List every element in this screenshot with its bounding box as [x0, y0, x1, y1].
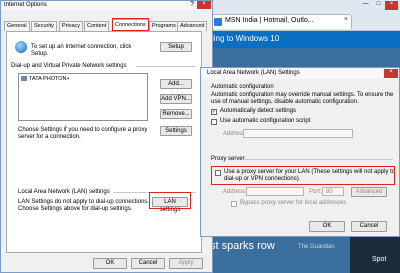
- list-item[interactable]: TATA PHOTON+: [21, 76, 70, 82]
- automatic-configuration-heading: Automatic configuration: [211, 84, 274, 90]
- window-close-icon[interactable]: ×: [385, 1, 398, 10]
- news-headline[interactable]: st sparks row: [210, 240, 275, 252]
- connections-list[interactable]: TATA PHOTON+: [18, 73, 148, 121]
- add-button[interactable]: Add...: [160, 79, 192, 89]
- ok-button[interactable]: OK: [309, 221, 345, 232]
- add-vpn-button[interactable]: Add VPN...: [160, 94, 192, 104]
- network-icon: [21, 76, 27, 82]
- auto-script-checkbox[interactable]: [211, 119, 217, 125]
- automatic-configuration-text-line1: Automatic configuration may override man…: [211, 92, 394, 98]
- browser-tab[interactable]: MSN India | Hotmail, Outlo... ×: [210, 14, 352, 29]
- automatic-configuration-text-line2: use of manual settings, disable automati…: [211, 99, 359, 105]
- globe-icon: [15, 41, 27, 53]
- script-address-label: Address: [223, 131, 246, 137]
- auto-script-label[interactable]: Use automatic configuration script: [220, 118, 310, 125]
- tab-programs[interactable]: Programs: [149, 21, 179, 31]
- proxy-option-highlight: [211, 166, 395, 185]
- minimize-icon[interactable]: —: [359, 1, 372, 10]
- close-icon[interactable]: ×: [384, 69, 398, 78]
- lan-heading: Local Area Network (LAN) settings: [18, 189, 110, 195]
- ok-button[interactable]: OK: [93, 258, 127, 269]
- proxy-address-field[interactable]: [246, 187, 304, 196]
- dialup-heading: Dial-up and Virtual Private Network sett…: [11, 63, 127, 69]
- setup-description-line1: To set up an Internet connection, click: [31, 44, 132, 50]
- cancel-button[interactable]: Cancel: [131, 258, 165, 269]
- lan-settings-dialog: Local Area Network (LAN) Settings × Auto…: [200, 67, 400, 237]
- news-source: The Guardian: [298, 244, 335, 250]
- maximize-icon[interactable]: □: [372, 1, 385, 10]
- proxy-address-label: Address:: [223, 189, 247, 195]
- setup-description-line2: Setup.: [31, 51, 49, 57]
- apply-button[interactable]: Apply: [169, 258, 203, 269]
- tab-close-icon[interactable]: ×: [344, 16, 348, 23]
- port-field[interactable]: 80: [322, 187, 344, 196]
- connections-tab-highlight: [112, 18, 149, 31]
- auto-detect-label[interactable]: Automatically detect settings: [220, 108, 296, 115]
- internet-options-dialog: Internet Options ? × General Security Pr…: [0, 0, 213, 273]
- port-label: Port:: [309, 189, 322, 195]
- help-icon[interactable]: ?: [190, 1, 194, 8]
- advanced-button[interactable]: Advanced: [351, 187, 387, 197]
- list-item-label: TATA PHOTON+: [29, 76, 70, 82]
- browser-tab-bar: MSN India | Hotmail, Outlo... × — □ ×: [200, 0, 400, 31]
- banner-text: ling to Windows 10: [212, 34, 280, 43]
- cancel-button[interactable]: Cancel: [351, 221, 387, 232]
- internet-options-titlebar: Internet Options ? ×: [1, 1, 212, 10]
- upgrade-banner[interactable]: ling to Windows 10: [200, 31, 400, 48]
- setup-button[interactable]: Setup: [160, 42, 192, 52]
- browser-tab-title: MSN India | Hotmail, Outlo...: [225, 17, 314, 24]
- proxy-server-heading: Proxy server: [211, 156, 245, 162]
- lan-description-line1: LAN Settings do not apply to dial-up con…: [18, 199, 150, 205]
- bypass-local-checkbox[interactable]: [231, 201, 237, 207]
- photo-caption: Spot: [372, 256, 387, 263]
- close-icon[interactable]: ×: [197, 1, 211, 9]
- lan-settings-highlight: [149, 192, 191, 209]
- tab-security[interactable]: Security: [31, 21, 57, 31]
- lan-settings-titlebar: Local Area Network (LAN) Settings ×: [201, 68, 399, 79]
- auto-detect-checkbox[interactable]: ✓: [211, 109, 217, 115]
- tab-general[interactable]: General: [4, 21, 30, 31]
- browser-window-controls: — □ ×: [359, 1, 398, 10]
- tab-content[interactable]: Content: [84, 21, 110, 31]
- proxy-settings-description-line1: Choose Settings if you need to configure…: [18, 127, 148, 133]
- bypass-local-label[interactable]: Bypass proxy server for local addresses: [240, 200, 346, 207]
- lan-description-line2: Choose Settings above for dial-up settin…: [18, 206, 133, 212]
- proxy-divider: [243, 159, 393, 160]
- settings-button[interactable]: Settings: [160, 126, 192, 136]
- internet-options-title: Internet Options: [4, 2, 47, 8]
- lan-settings-title: Local Area Network (LAN) Settings: [207, 70, 300, 76]
- port-value: 80: [326, 189, 333, 195]
- msn-favicon-icon: [214, 18, 222, 26]
- script-address-field[interactable]: [243, 129, 353, 138]
- remove-button[interactable]: Remove...: [160, 109, 192, 119]
- tab-advanced[interactable]: Advanced: [177, 21, 208, 31]
- dialup-divider: [136, 66, 196, 67]
- tab-privacy[interactable]: Privacy: [59, 21, 84, 31]
- proxy-settings-description-line2: server for a connection.: [18, 134, 81, 140]
